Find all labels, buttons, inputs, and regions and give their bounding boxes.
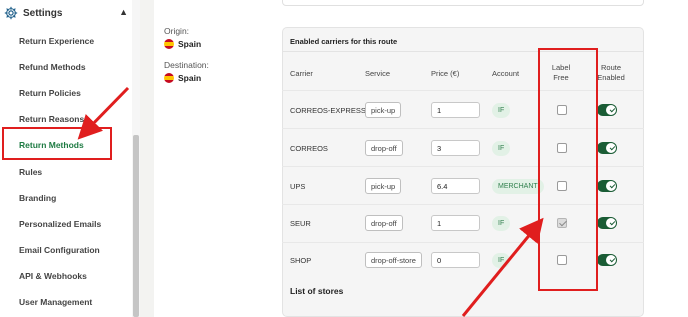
label-free-arrow [461,217,544,317]
annotation-arrows [77,86,544,317]
sidebar-arrow [77,86,130,140]
